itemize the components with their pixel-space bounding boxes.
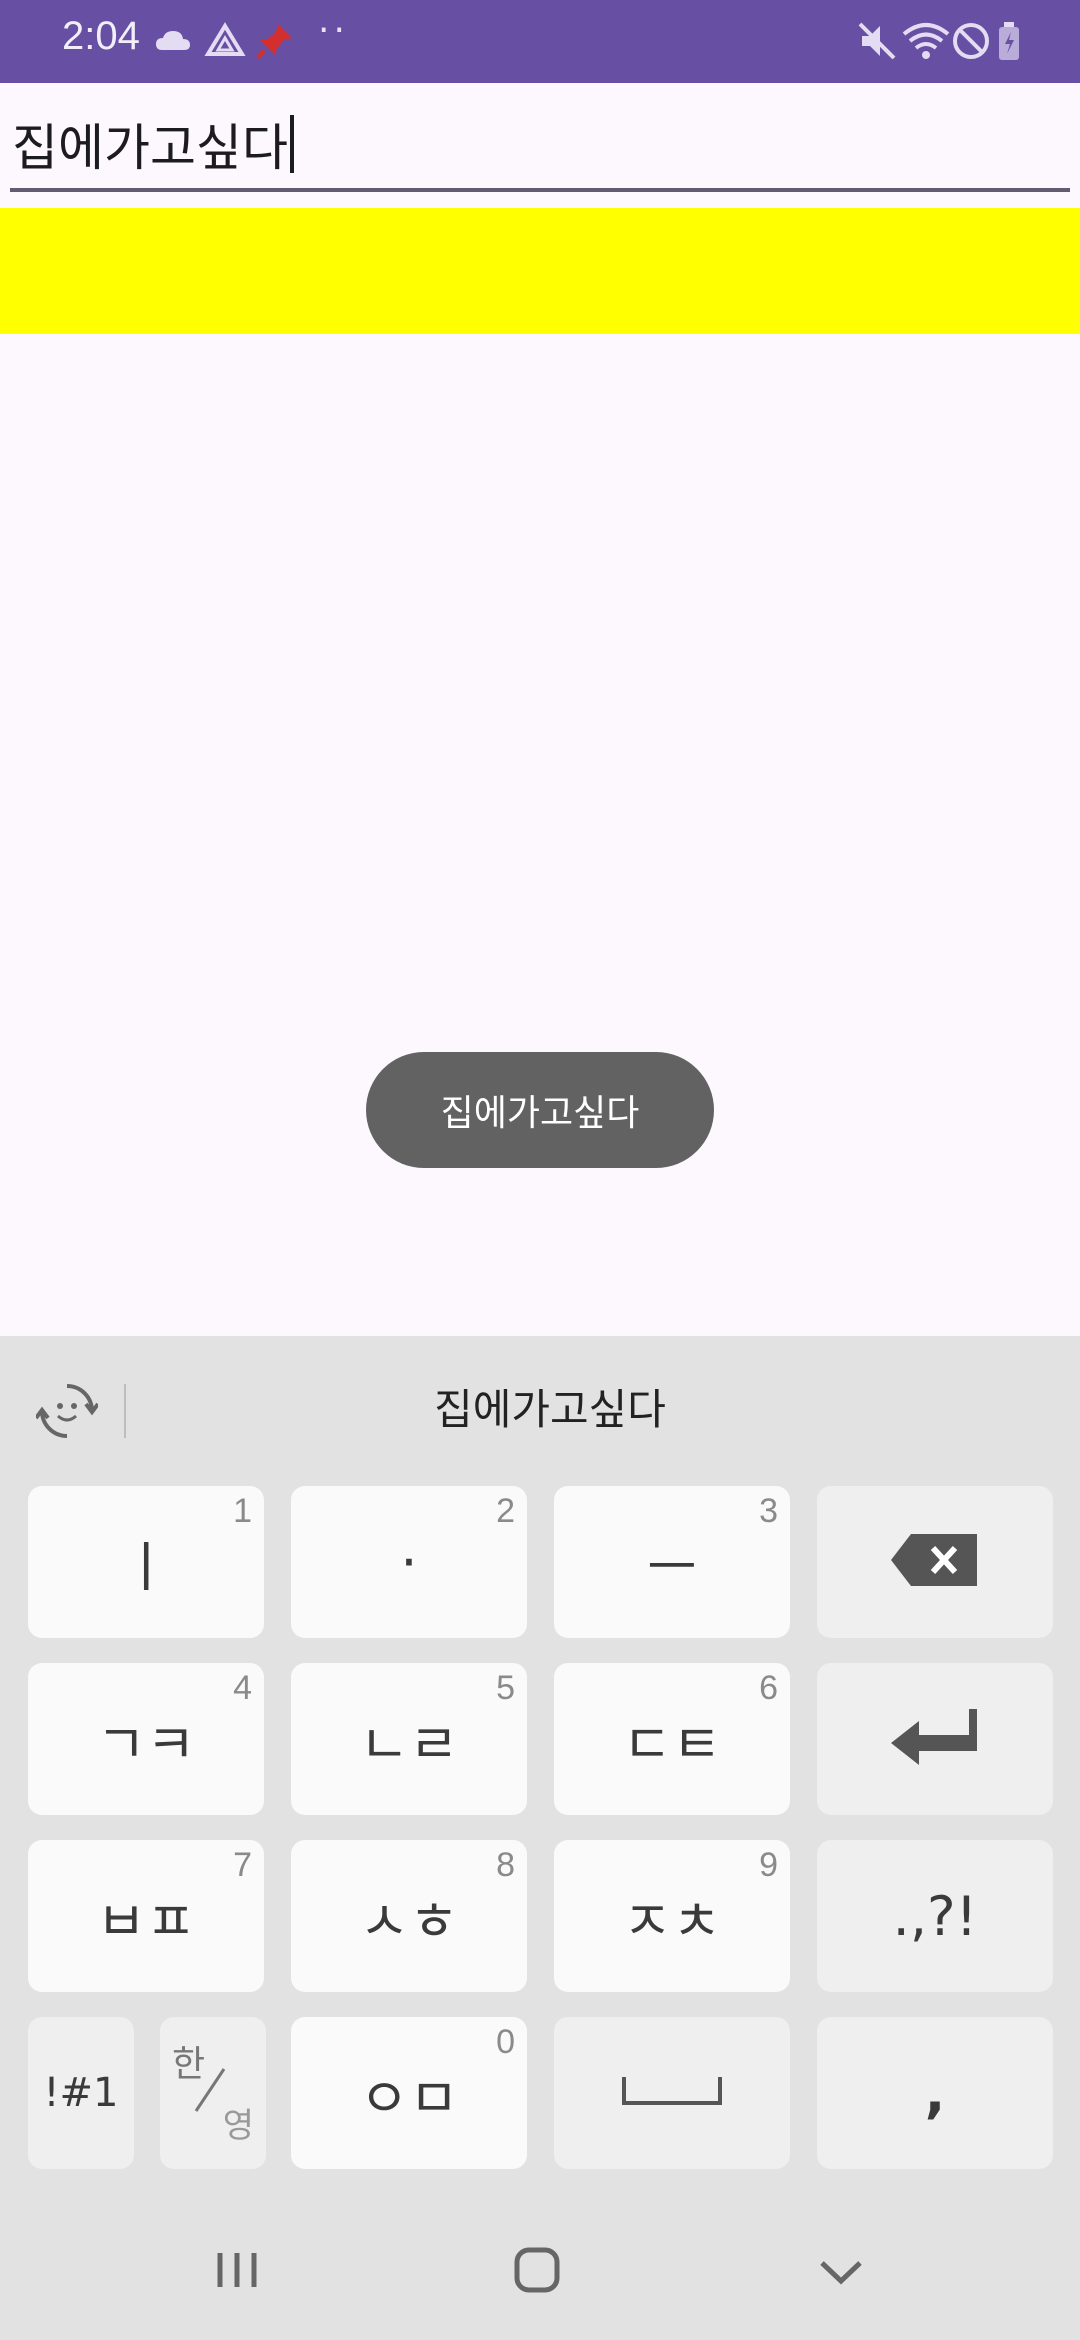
keyboard: 집에가고싶다 1 ㅣ 2 · 3 ㅡ 4 ㄱㅋ 5 ㄴㄹ 6 ㄷㅌ 7 ㅂㅍ 8… bbox=[0, 1336, 1080, 2340]
key-b-p[interactable]: 7 ㅂㅍ bbox=[28, 1840, 264, 1992]
backspace-icon bbox=[889, 1532, 981, 1592]
symbols-key[interactable]: !#1 bbox=[28, 2017, 134, 2169]
back-icon[interactable] bbox=[806, 2235, 876, 2305]
space-icon bbox=[620, 2073, 724, 2113]
key-number: 0 bbox=[496, 2023, 515, 2061]
key-number: 4 bbox=[233, 1669, 252, 1707]
key-g-k[interactable]: 4 ㄱㅋ bbox=[28, 1663, 264, 1815]
key-label: ㄴㄹ bbox=[359, 1712, 459, 1776]
comma-key[interactable]: , bbox=[817, 2017, 1053, 2169]
home-icon[interactable] bbox=[502, 2235, 572, 2305]
key-number: 7 bbox=[233, 1846, 252, 1884]
pin-notification-icon bbox=[254, 20, 296, 62]
key-number: 5 bbox=[496, 1669, 515, 1707]
enter-icon bbox=[889, 1705, 981, 1773]
key-label: ㅂㅍ bbox=[96, 1889, 196, 1953]
yellow-banner bbox=[0, 208, 1080, 334]
key-number: 2 bbox=[496, 1492, 515, 1530]
cloud-icon bbox=[152, 20, 194, 62]
mute-icon bbox=[856, 20, 898, 62]
key-s-h[interactable]: 8 ㅅㅎ bbox=[291, 1840, 527, 1992]
navigation-bar bbox=[0, 2200, 1080, 2340]
key-number: 1 bbox=[233, 1492, 252, 1530]
key-label: ㅅㅎ bbox=[359, 1889, 459, 1953]
key-label: .,?! bbox=[892, 1884, 978, 1948]
refresh-emoji-icon[interactable] bbox=[34, 1380, 100, 1442]
enter-key[interactable] bbox=[817, 1663, 1053, 1815]
backspace-key[interactable] bbox=[817, 1486, 1053, 1638]
key-n-r[interactable]: 5 ㄴㄹ bbox=[291, 1663, 527, 1815]
drive-icon bbox=[204, 20, 246, 62]
key-eu-vowel[interactable]: 3 ㅡ bbox=[554, 1486, 790, 1638]
key-ng-m[interactable]: 0 ㅇㅁ bbox=[291, 2017, 527, 2169]
text-cursor bbox=[290, 115, 294, 173]
battery-icon bbox=[996, 20, 1022, 62]
text-input-value: 집에가고싶다 bbox=[12, 108, 294, 180]
key-number: 9 bbox=[759, 1846, 778, 1884]
punctuation-key[interactable]: .,?! bbox=[817, 1840, 1053, 1992]
key-label: ㅡ bbox=[647, 1535, 697, 1599]
suggestion-divider bbox=[124, 1384, 126, 1438]
key-i-vowel[interactable]: 1 ㅣ bbox=[28, 1486, 264, 1638]
do-not-disturb-icon bbox=[950, 20, 992, 62]
toast-message: 집에가고싶다 bbox=[366, 1052, 714, 1168]
key-label-bottom: 영 bbox=[222, 2106, 254, 2146]
more-notifications-dots: ·· bbox=[318, 10, 349, 51]
key-label: ㅈㅊ bbox=[622, 1889, 722, 1953]
key-label: ㅣ bbox=[121, 1535, 171, 1599]
key-label: , bbox=[924, 2061, 946, 2125]
key-label: ㅇㅁ bbox=[359, 2066, 459, 2130]
key-dot-vowel[interactable]: 2 · bbox=[291, 1486, 527, 1638]
key-label: ㄱㅋ bbox=[96, 1712, 196, 1776]
key-number: 6 bbox=[759, 1669, 778, 1707]
status-time: 2:04 bbox=[62, 14, 140, 58]
language-toggle-key[interactable]: 한 영 bbox=[160, 2017, 266, 2169]
key-label: !#1 bbox=[43, 2070, 119, 2116]
key-label: · bbox=[400, 1530, 418, 1594]
key-d-t[interactable]: 6 ㄷㅌ bbox=[554, 1663, 790, 1815]
wifi-icon bbox=[902, 20, 950, 62]
recents-icon[interactable] bbox=[202, 2235, 272, 2305]
key-number: 3 bbox=[759, 1492, 778, 1530]
status-bar: 2:04 ·· bbox=[0, 0, 1080, 83]
key-number: 8 bbox=[496, 1846, 515, 1884]
suggestion-item[interactable]: 집에가고싶다 bbox=[140, 1376, 960, 1437]
text-input[interactable]: 집에가고싶다 bbox=[10, 96, 1070, 192]
key-j-ch[interactable]: 9 ㅈㅊ bbox=[554, 1840, 790, 1992]
key-label: ㄷㅌ bbox=[622, 1712, 722, 1776]
space-key[interactable] bbox=[554, 2017, 790, 2169]
